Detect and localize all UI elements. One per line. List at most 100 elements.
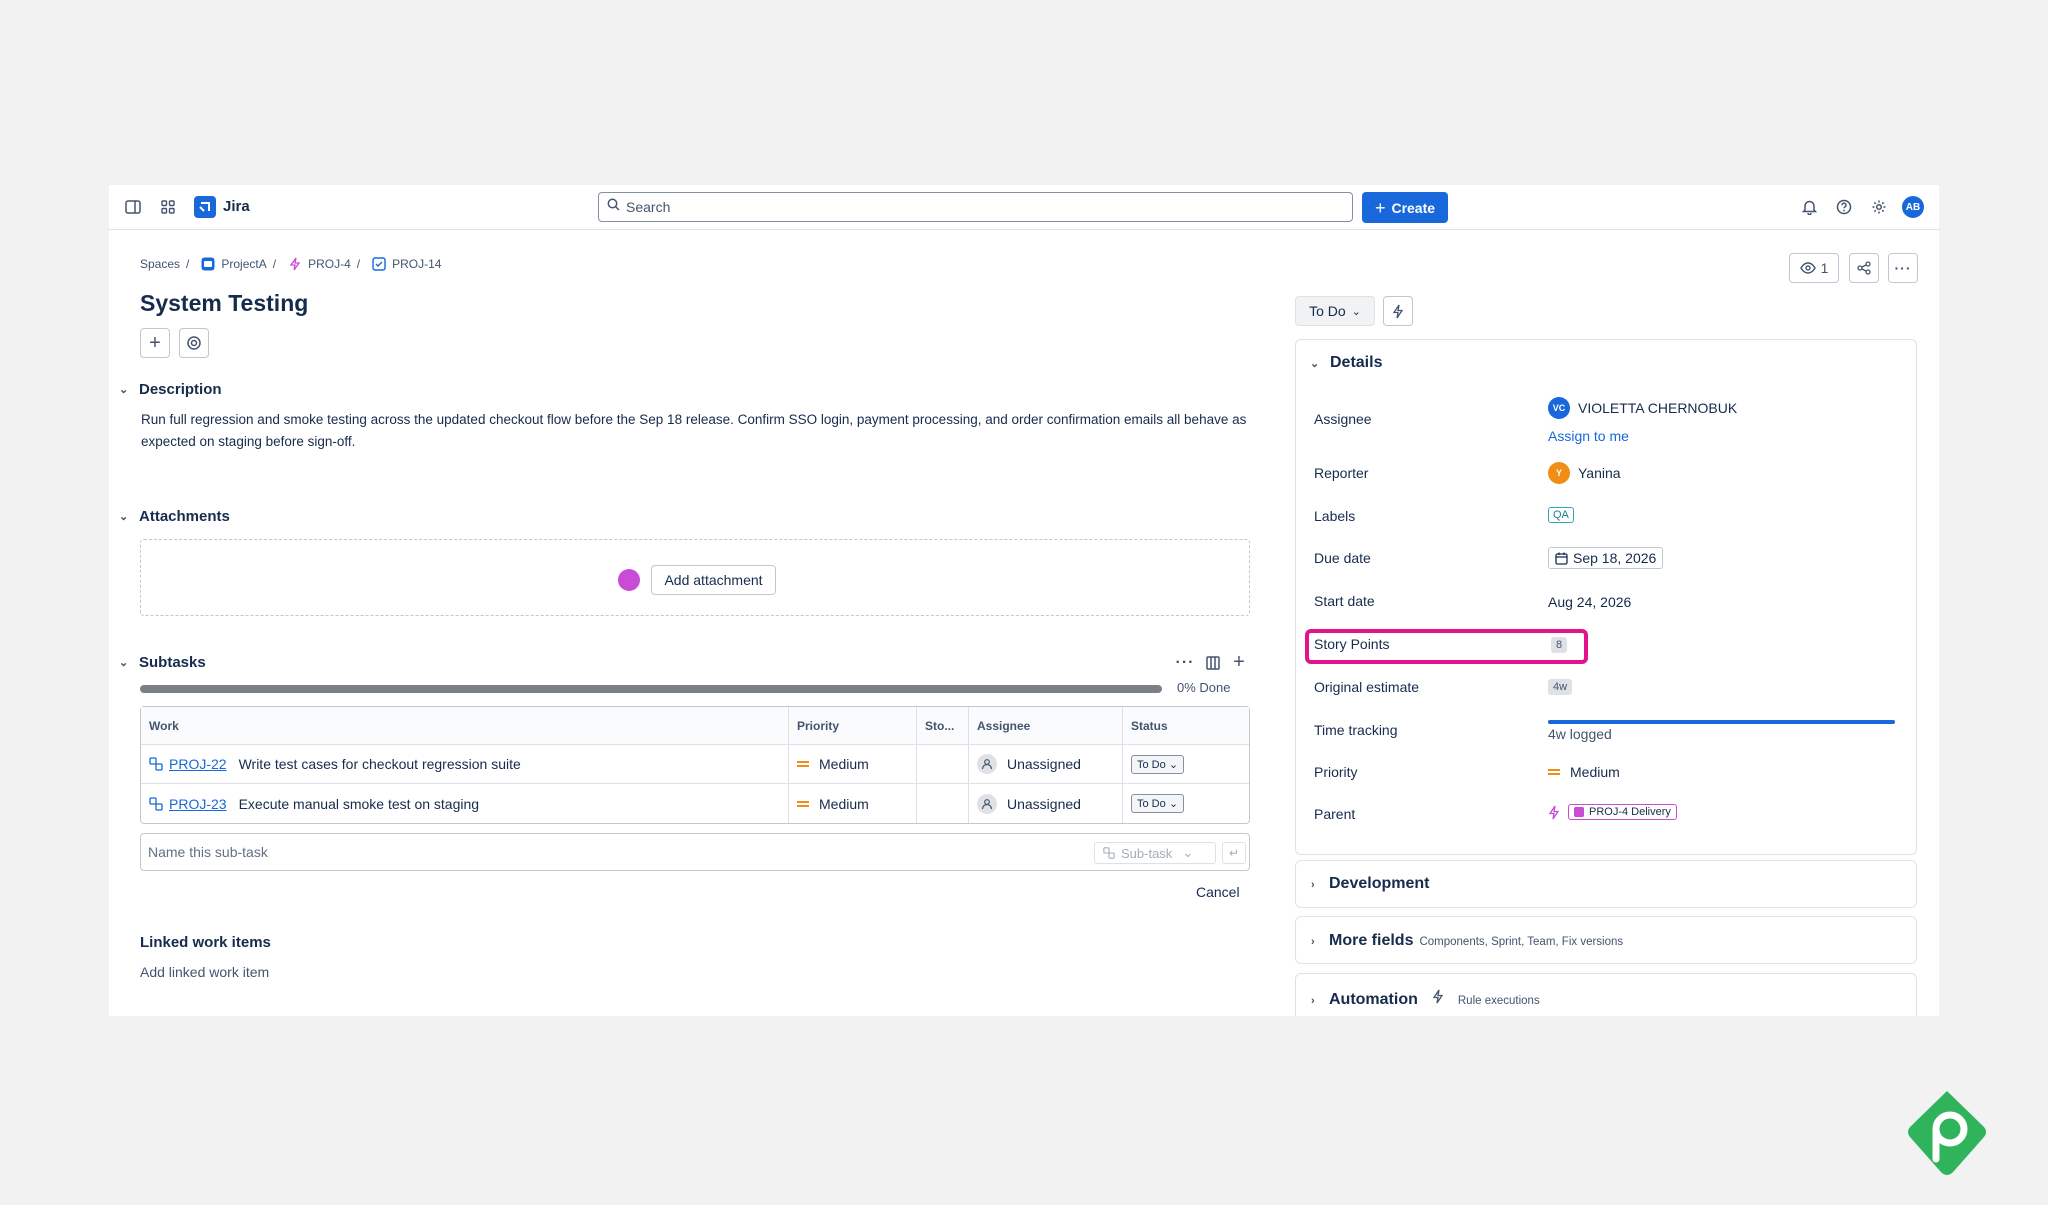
time-tracking-label: Time tracking bbox=[1314, 722, 1398, 738]
start-date-value[interactable]: Aug 24, 2026 bbox=[1548, 594, 1631, 610]
table-row[interactable]: PROJ-23 Execute manual smoke test on sta… bbox=[141, 784, 1249, 823]
description-heading: Description bbox=[139, 381, 222, 398]
epic-lightning-icon bbox=[1548, 805, 1560, 819]
add-linked-item-link[interactable]: Add linked work item bbox=[140, 964, 269, 980]
chevron-down-icon: ⌄ bbox=[1168, 798, 1179, 810]
assignee-cell[interactable]: Unassigned bbox=[969, 784, 1123, 823]
chevron-down-icon: ⌄ bbox=[119, 657, 129, 669]
column-header-status[interactable]: Status bbox=[1123, 707, 1249, 744]
subtask-summary[interactable]: Execute manual smoke test on staging bbox=[239, 796, 479, 812]
add-subtask-icon[interactable]: + bbox=[1227, 650, 1251, 674]
description-text[interactable]: Run full regression and smoke testing ac… bbox=[141, 409, 1261, 453]
work-cell: PROJ-22 Write test cases for checkout re… bbox=[141, 745, 789, 783]
subtasks-progress-text: 0% Done bbox=[1177, 680, 1231, 695]
due-date-value[interactable]: Sep 18, 2026 bbox=[1548, 547, 1664, 569]
assign-to-me-link[interactable]: Assign to me bbox=[1548, 428, 1629, 444]
original-estimate-value[interactable]: 4w bbox=[1548, 679, 1573, 695]
development-title: Development bbox=[1329, 875, 1430, 892]
parent-text: PROJ-4 Delivery bbox=[1589, 806, 1671, 818]
task-checkbox-icon bbox=[372, 257, 386, 271]
watchers-button[interactable]: 1 bbox=[1789, 253, 1839, 283]
create-button[interactable]: + Create bbox=[1362, 192, 1448, 223]
enter-button[interactable]: ↵ bbox=[1222, 842, 1246, 864]
assignee-label: Unassigned bbox=[1007, 756, 1081, 772]
add-attachment-button[interactable]: Add attachment bbox=[651, 565, 776, 595]
subtask-key-link[interactable]: PROJ-23 bbox=[169, 796, 227, 812]
automation-header[interactable]: › Automation Rule executions bbox=[1311, 989, 1540, 1009]
labels-value[interactable]: QA bbox=[1548, 507, 1574, 523]
subtasks-header[interactable]: ⌄ Subtasks bbox=[119, 654, 206, 671]
priority-cell[interactable]: Medium bbox=[789, 784, 917, 823]
cancel-button[interactable]: Cancel bbox=[1196, 884, 1240, 900]
search-placeholder: Search bbox=[626, 199, 671, 215]
details-header[interactable]: ⌄ Details bbox=[1310, 354, 1382, 372]
breadcrumb-issue[interactable]: PROJ-14 bbox=[392, 257, 441, 271]
story-points-cell[interactable] bbox=[917, 745, 969, 783]
breadcrumb-spaces[interactable]: Spaces bbox=[140, 257, 180, 271]
column-header-work[interactable]: Work bbox=[141, 707, 789, 744]
development-header[interactable]: › Development bbox=[1311, 875, 1429, 893]
new-subtask-input[interactable]: Name this sub-task bbox=[140, 833, 1250, 871]
notifications-bell-icon[interactable] bbox=[1797, 195, 1821, 219]
time-tracking-bar[interactable] bbox=[1548, 720, 1895, 724]
unassigned-avatar-icon bbox=[977, 754, 997, 774]
lightning-icon bbox=[1432, 989, 1444, 1004]
page-title[interactable]: System Testing bbox=[140, 290, 308, 317]
subtask-summary[interactable]: Write test cases for checkout regression… bbox=[239, 756, 521, 772]
priority-field-value[interactable]: Medium bbox=[1548, 764, 1620, 780]
more-options-icon[interactable]: ··· bbox=[1173, 651, 1197, 675]
subtasks-heading: Subtasks bbox=[139, 654, 206, 671]
subtask-icon bbox=[1103, 847, 1115, 859]
parent-label: Parent bbox=[1314, 806, 1356, 822]
apps-button[interactable] bbox=[179, 328, 209, 358]
table-row[interactable]: PROJ-22 Write test cases for checkout re… bbox=[141, 745, 1249, 784]
time-tracking-value: 4w logged bbox=[1548, 726, 1612, 742]
parent-value[interactable]: PROJ-4 Delivery bbox=[1548, 804, 1677, 820]
assignee-value[interactable]: VC VIOLETTA CHERNOBUK bbox=[1548, 397, 1737, 419]
time-tracking-fill bbox=[1548, 720, 1895, 724]
share-button[interactable] bbox=[1849, 253, 1879, 283]
app-name[interactable]: Jira bbox=[223, 198, 250, 215]
story-points-value[interactable]: 8 bbox=[1551, 637, 1568, 653]
story-points-cell[interactable] bbox=[917, 784, 969, 823]
help-icon[interactable] bbox=[1832, 195, 1856, 219]
search-input[interactable]: Search bbox=[598, 192, 1353, 222]
jira-logo-icon[interactable] bbox=[194, 196, 216, 218]
sidebar-toggle-icon[interactable] bbox=[121, 195, 145, 219]
more-fields-header[interactable]: › More fields Components, Sprint, Team, … bbox=[1311, 932, 1623, 950]
add-button[interactable]: + bbox=[140, 328, 170, 358]
description-header[interactable]: ⌄ Description bbox=[119, 381, 222, 398]
more-actions-button[interactable]: ··· bbox=[1888, 253, 1918, 283]
breadcrumb-epic[interactable]: PROJ-4 bbox=[308, 257, 351, 271]
subtask-type-select[interactable]: Sub-task ⌄ bbox=[1094, 842, 1216, 864]
status-button[interactable]: To Do ⌄ bbox=[1295, 296, 1375, 326]
user-avatar[interactable]: AB bbox=[1902, 196, 1924, 218]
reporter-avatar: Y bbox=[1548, 462, 1570, 484]
attachments-header[interactable]: ⌄ Attachments bbox=[119, 508, 230, 525]
automation-button[interactable] bbox=[1383, 296, 1413, 326]
status-dropdown[interactable]: To Do ⌄ bbox=[1131, 754, 1185, 774]
reporter-value[interactable]: Y Yanina bbox=[1548, 462, 1621, 484]
subtasks-table: Work Priority Sto... Assignee Status PRO… bbox=[140, 706, 1250, 824]
assignee-cell[interactable]: Unassigned bbox=[969, 745, 1123, 783]
original-estimate-label: Original estimate bbox=[1314, 679, 1420, 695]
eye-icon bbox=[1799, 262, 1816, 274]
status-dropdown[interactable]: To Do ⌄ bbox=[1131, 794, 1185, 813]
column-header-story-points[interactable]: Sto... bbox=[917, 707, 969, 744]
unassigned-avatar-icon bbox=[977, 793, 997, 814]
story-points-label: Story Points bbox=[1314, 636, 1390, 652]
columns-icon[interactable] bbox=[1201, 651, 1225, 675]
breadcrumb-project[interactable]: ProjectA bbox=[221, 257, 266, 271]
priority-cell[interactable]: Medium bbox=[789, 745, 917, 783]
labels-label: Labels bbox=[1314, 508, 1356, 524]
column-header-priority[interactable]: Priority bbox=[789, 707, 917, 744]
subtasks-progress-bar bbox=[140, 685, 1162, 693]
column-header-assignee[interactable]: Assignee bbox=[969, 707, 1123, 744]
breadcrumb: Spaces / ProjectA / PROJ-4 / PROJ-14 bbox=[140, 257, 441, 271]
subtask-key-link[interactable]: PROJ-22 bbox=[169, 756, 227, 772]
settings-gear-icon[interactable] bbox=[1867, 195, 1891, 219]
app-switcher-icon[interactable] bbox=[156, 195, 180, 219]
chevron-down-icon: ⌄ bbox=[119, 384, 129, 396]
subtask-type-label: Sub-task bbox=[1121, 845, 1173, 861]
epic-lightning-icon bbox=[288, 257, 302, 271]
